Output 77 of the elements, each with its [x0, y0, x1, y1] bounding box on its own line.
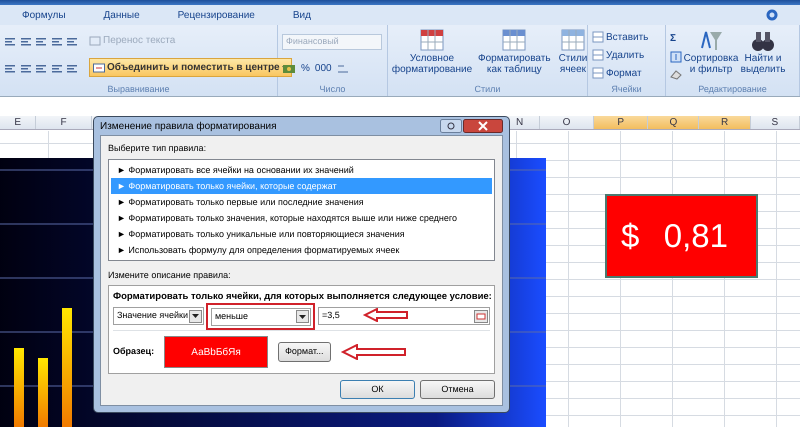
cancel-button[interactable]: Отмена — [420, 380, 495, 399]
align-icon[interactable] — [20, 62, 32, 74]
ribbon-tab[interactable]: Формулы — [22, 8, 66, 22]
style-button[interactable]: Форматировать как таблицу — [476, 28, 553, 82]
currency-icon[interactable] — [282, 62, 296, 75]
column-header[interactable]: P — [594, 116, 648, 129]
decimal-icon[interactable] — [336, 62, 349, 75]
align-icon[interactable] — [4, 62, 17, 74]
sum-button[interactable]: Σ — [670, 30, 682, 46]
group-label: Число — [318, 83, 346, 96]
preview-box: АаВbБбЯя — [164, 336, 268, 368]
dropdown-button[interactable] — [188, 310, 202, 322]
section-label: Измените описание правила: — [108, 268, 232, 282]
align-icon[interactable] — [50, 36, 64, 48]
percent-button[interactable]: % — [301, 61, 310, 76]
rule-type-item[interactable]: ► Форматировать только уникальные или повторяющиеся значения — [111, 226, 492, 242]
align-icon[interactable] — [50, 62, 64, 74]
group-label: Выравнивание — [106, 83, 170, 96]
wrap-icon — [89, 34, 101, 46]
cells-icon — [592, 67, 604, 79]
align-icon[interactable] — [4, 36, 17, 48]
dropdown-button[interactable] — [296, 310, 309, 323]
align-icon[interactable] — [35, 36, 48, 48]
subject-dropdown[interactable]: Значение ячейки — [113, 307, 204, 325]
editing-button[interactable]: Найти и выделить — [740, 28, 786, 82]
cells-icon — [592, 49, 604, 61]
style-button[interactable]: Условное форматирование — [392, 28, 472, 82]
column-header[interactable]: R — [699, 116, 751, 129]
group-label: Стили — [474, 83, 502, 96]
style-button[interactable]: Стили ячеек — [556, 28, 590, 82]
cells-button[interactable]: Удалить — [592, 48, 648, 62]
column-header[interactable]: F — [36, 116, 92, 129]
caret-icon — [192, 314, 199, 318]
rule-type-item[interactable]: ► Форматировать все ячейки на основании их значений — [111, 162, 492, 178]
section-label: Выберите тип правила: — [108, 142, 208, 156]
align-icon[interactable] — [35, 62, 48, 74]
merge-icon — [93, 62, 105, 74]
ribbon-tab[interactable]: Рецензирование — [178, 8, 255, 22]
annotation-arrow — [362, 308, 409, 322]
thousands-button[interactable]: 000 — [314, 61, 332, 76]
condition-heading: Форматировать только ячейки, для которых выполняется следующее условие: — [113, 290, 490, 304]
ok-button[interactable]: ОК — [340, 380, 415, 399]
align-icon[interactable] — [66, 62, 79, 74]
cells-button[interactable]: Формат — [592, 66, 648, 80]
ribbon-tab[interactable]: Данные — [104, 8, 140, 22]
help-icon[interactable] — [440, 119, 462, 134]
cells-button[interactable]: Вставить — [592, 30, 648, 44]
dialog-title: Изменение правила форматирования — [100, 120, 276, 134]
column-header[interactable]: S — [750, 116, 800, 129]
rule-type-item[interactable]: ► Форматировать только первые или последние значения — [111, 194, 492, 210]
preview-label: Образец: — [113, 345, 154, 358]
align-icon[interactable] — [66, 36, 79, 48]
column-header[interactable]: E — [0, 116, 36, 129]
help-icon[interactable] — [766, 9, 778, 21]
caret-icon — [298, 314, 306, 318]
ribbon-tab[interactable]: Вид — [292, 8, 311, 22]
merge-button[interactable]: Объединить и поместить в центре — [89, 58, 292, 77]
editing-button[interactable]: Сортировка и фильтр — [686, 28, 736, 82]
close-icon[interactable] — [463, 119, 503, 134]
eraser-icon[interactable] — [670, 68, 682, 80]
format-button[interactable]: Формат... — [278, 342, 331, 362]
rule-type-item[interactable]: ► Форматировать только значения, которые находятся выше или ниже среднего — [111, 210, 492, 226]
fill-icon[interactable] — [670, 50, 682, 62]
merged-cell[interactable]: $ 0,81 — [605, 194, 758, 278]
group-label: Редактирование — [697, 83, 768, 96]
column-header[interactable]: Q — [648, 116, 700, 129]
operator-dropdown[interactable]: меньше — [210, 308, 311, 326]
annotation-arrow — [340, 344, 407, 360]
currency-symbol: $ — [621, 216, 640, 256]
cells-icon — [592, 31, 604, 43]
rule-type-item[interactable]: ► Использовать формулу для определения форматируемых ячеек — [111, 242, 492, 258]
range-picker-icon[interactable] — [474, 310, 488, 322]
chart-bar — [38, 358, 48, 427]
group-label: Ячейки — [610, 83, 643, 96]
value-field[interactable]: =3,5 — [318, 307, 490, 325]
align-icon[interactable] — [20, 36, 32, 48]
cell-value: 0,81 — [664, 216, 728, 256]
